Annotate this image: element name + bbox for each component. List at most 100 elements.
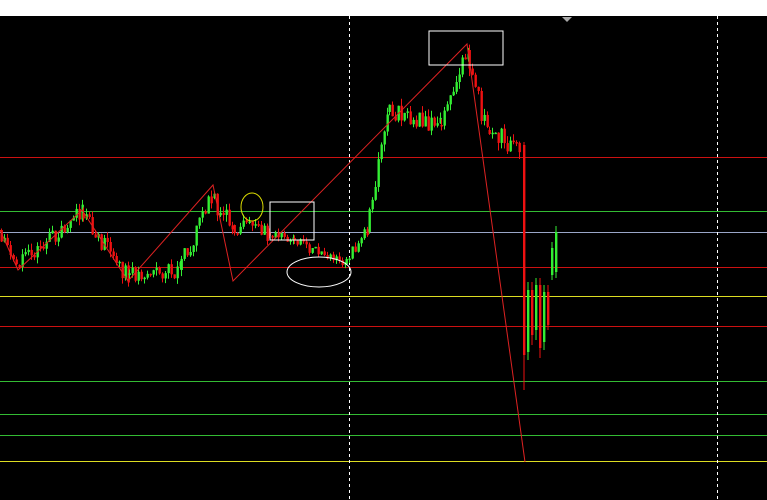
candle-bear [547,292,550,325]
candle-bear [296,240,299,245]
candle-bull [527,290,530,352]
candle-bull [412,119,415,125]
candle-bear [354,246,357,252]
candle-bear [173,274,176,279]
candle-bear [158,267,161,274]
candle-bear [308,244,311,253]
candle-bear [210,196,213,204]
candle-bear [305,241,308,245]
candle-bear [170,264,173,275]
candle-bull [207,196,210,214]
candle-bear [109,241,112,252]
candle-bear [271,235,274,238]
candle-bull [155,267,158,271]
candle-bull [242,220,245,227]
candle-bear [106,237,109,242]
candle-bull [176,266,179,279]
candle-bull [424,116,427,127]
candle-bull [118,261,121,264]
candle-bull [455,82,458,92]
session-separators [349,16,718,500]
candle-bull [461,57,464,75]
candle-bear [112,251,115,256]
candle-bull [180,258,183,270]
candle-bear [257,224,260,226]
candle-bull [406,111,409,113]
candle-bear [88,214,91,218]
annotation-ellipse [286,256,352,288]
candle-bull [66,227,69,233]
annotation-ellipse [240,192,264,222]
candle-bull [357,243,360,252]
candle-bear [464,57,467,60]
candle-bull [383,131,386,145]
triangle-down-icon[interactable] [562,17,572,22]
candle-bear [421,112,424,127]
candle-bull [374,186,377,200]
price-chart[interactable] [0,16,767,500]
candle-bear [506,143,509,152]
level-lines [0,157,767,462]
candle-bear [15,259,18,265]
candle-bear [471,68,474,75]
candle-bear [222,212,225,215]
candle-bull [248,221,251,223]
chart-canvas [0,16,767,500]
candle-bull [24,252,27,255]
candle-bull [254,224,257,226]
candle-bull [348,258,351,261]
candle-bear [6,237,9,246]
candle-bull [509,140,512,152]
candle-bear [391,104,394,117]
candle-bull [51,230,54,234]
candle-bear [260,224,263,235]
candle-bear [477,86,480,91]
candle-bull [320,251,323,255]
candle-bear [539,285,542,348]
candle-bear [233,225,236,234]
candle-bull [263,225,266,235]
candle-bull [192,245,195,252]
candle-bull [551,248,554,275]
candle-bull [360,238,363,244]
candle-bear [161,273,164,279]
candle-bull [57,237,60,242]
candle-bull [146,273,149,278]
candle-bear [228,209,231,226]
candle-bull [500,128,503,143]
candle-bear [427,116,430,131]
candle-bear [186,248,189,256]
candle-bull [443,110,446,126]
candle-bear [204,211,207,214]
candle-bear [400,105,403,121]
candle-bull [219,212,222,216]
candle-bear [236,233,239,235]
candle-bull [225,209,228,215]
candle-bull [535,285,538,330]
annotation-rectangle [428,30,504,66]
candle-bull [201,211,204,218]
candle-bull [388,104,391,112]
candle-bull [418,112,421,127]
candle-bull [368,209,371,232]
candle-bear [515,142,518,144]
candle-bull [198,217,201,226]
candle-bull [164,273,167,279]
candle-bear [488,130,491,134]
candle-bull [446,104,449,111]
candle-bear [480,90,483,121]
candle-bull [314,246,317,249]
candle-bull [75,208,78,218]
candle-bull [280,233,283,238]
candle-bear [286,236,289,242]
candle-bear [317,246,320,255]
candle-bull [289,240,292,242]
candle-bull [449,95,452,105]
candle-bear [121,261,124,279]
candle-bull [351,246,354,259]
candle-bear [54,230,57,242]
candle-bull [377,159,380,187]
candle-bear [140,271,143,280]
candle-bear [30,249,33,256]
candle-bull [189,251,192,256]
